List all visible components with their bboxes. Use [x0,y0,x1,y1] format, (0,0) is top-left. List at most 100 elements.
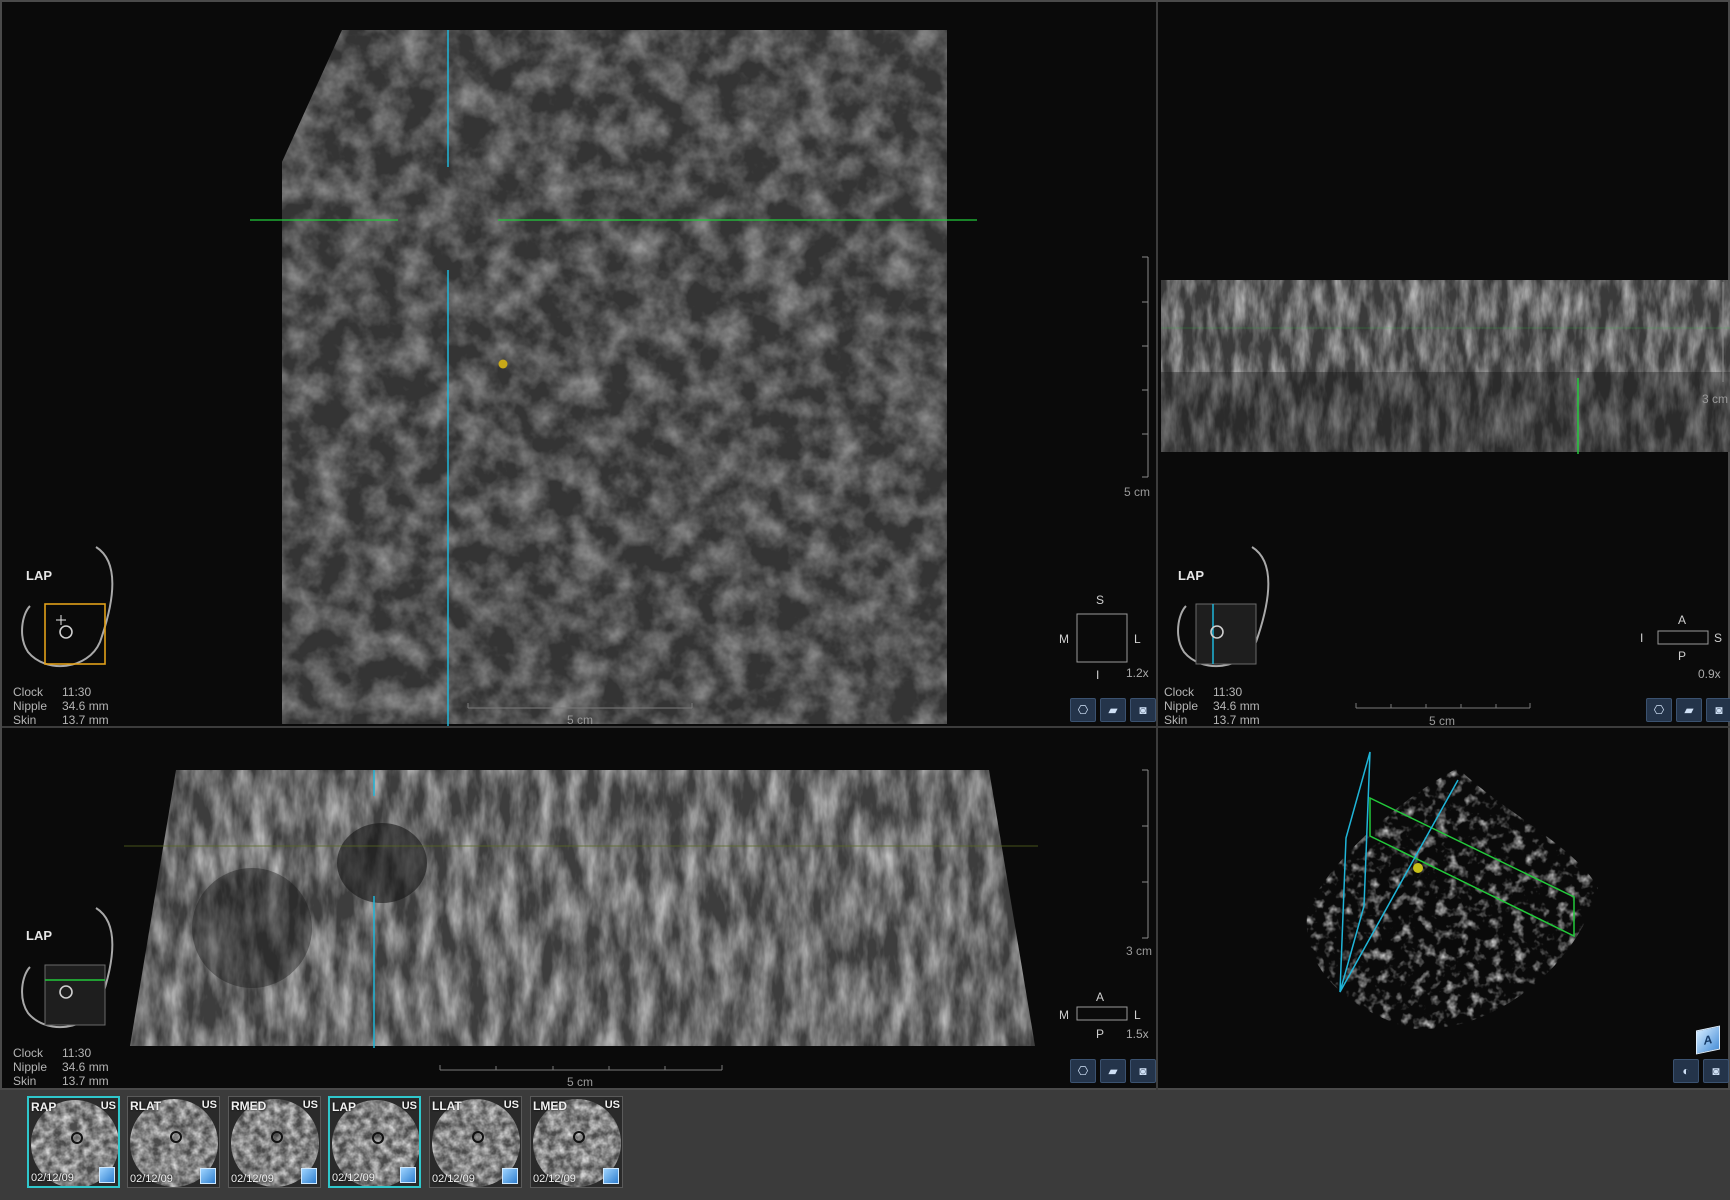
camera-icon[interactable]: ◙ [1130,1059,1156,1083]
thumbnail-view-label: LLAT [432,1099,462,1113]
orientation-top: A [1096,990,1105,1004]
thumbnail-date: 02/12/09 [533,1173,576,1185]
zoom-level: 1.2x [1126,666,1149,680]
thumbnail-modality: US [302,1099,318,1111]
volume3d-pane[interactable]: A ◐ ◙ [1158,728,1730,1090]
view-label: LAP [26,928,52,943]
thumbnail-view-label: LMED [533,1099,567,1113]
volume-icon [301,1168,317,1184]
nipple-value: 34.6 mm [62,699,109,713]
thumbnail-view-label: RLAT [130,1099,162,1113]
horizontal-scale-label: 5 cm [567,713,594,726]
orientation-bottom: I [1096,668,1100,682]
pane-toolbar: ◐ ◙ [1673,1059,1729,1083]
orientation-top: S [1096,593,1105,607]
thumbnail-modality: US [100,1100,116,1112]
skin-label: Skin [13,1074,37,1088]
thumbnail-lmed[interactable]: LMED US 02/12/09 [530,1096,623,1188]
orientation-left: I [1640,631,1644,645]
zoom-level: 1.5x [1126,1027,1149,1041]
thumbnail-strip: RAP US 02/12/09 RLAT US 02/12/09 RMED US 02/12/0… [0,1090,1730,1200]
lesion-marker [1413,863,1423,873]
camera-icon[interactable]: ◙ [1130,698,1156,722]
volume-icon [200,1168,216,1184]
skin-label: Skin [1164,713,1188,726]
skin-value: 13.7 mm [1213,713,1260,726]
vertical-scale-label: 3 cm [1126,944,1153,958]
camera-icon[interactable]: ◙ [1706,698,1730,722]
vertical-divider[interactable] [1156,2,1158,1090]
probe-icon[interactable]: ▰ [1100,1059,1126,1083]
lesion-marker [498,359,508,369]
orientation-right: S [1714,631,1723,645]
horizontal-scale-label: 5 cm [567,1075,594,1089]
coronal-image[interactable] [2,2,1156,726]
clock-value: 11:30 [62,685,92,699]
probe-icon[interactable]: ▰ [1676,698,1702,722]
thumbnail-llat[interactable]: LLAT US 02/12/09 [429,1096,522,1188]
pane-toolbar: ⎔ ▰ ◙ [1070,698,1156,722]
cine-icon[interactable]: ⎔ [1070,698,1096,722]
ultrasound-viewer: LAP Clock 11:30 Nipple 34.6 mm Skin 13.7… [0,0,1730,1090]
orientation-left: M [1059,632,1069,646]
orientation-right: L [1134,632,1141,646]
thumbnail-modality: US [604,1099,620,1111]
nipple-label: Nipple [13,1060,48,1074]
nipple-label: Nipple [1164,699,1199,713]
orientation-top: A [1678,613,1687,627]
transverse-image[interactable] [2,728,1156,1090]
vertical-scale-label: 5 cm [1124,485,1151,499]
vertical-scale-label: 3 cm [1702,392,1729,406]
skin-label: Skin [13,713,37,726]
cine-icon[interactable]: ⎔ [1070,1059,1096,1083]
thumbnail-lap[interactable]: LAP US 02/12/09 [328,1096,421,1188]
horizontal-scale-label: 5 cm [1429,714,1456,726]
thumbnail-date: 02/12/09 [432,1173,475,1185]
sagittal-pane[interactable]: LAP Clock 11:30 Nipple 34.6 mm Skin 13.7… [1158,2,1730,726]
cine-icon[interactable]: ⎔ [1646,698,1672,722]
coronal-pane[interactable]: LAP Clock 11:30 Nipple 34.6 mm Skin 13.7… [2,2,1156,726]
nipple-value: 34.6 mm [62,1060,109,1074]
volume-icon[interactable]: ◐ [1673,1059,1699,1083]
clock-label: Clock [13,685,44,699]
clock-value: 11:30 [62,1046,92,1060]
thumbnail-rlat[interactable]: RLAT US 02/12/09 [127,1096,220,1188]
volume-icon [603,1168,619,1184]
clock-label: Clock [1164,685,1195,699]
orientation-cube-icon[interactable]: A [1696,1025,1720,1055]
thumbnail-date: 02/12/09 [231,1173,274,1185]
pane-toolbar: ⎔ ▰ ◙ [1070,1059,1156,1083]
breast-pictogram [21,546,114,668]
orientation-bottom: P [1096,1027,1105,1041]
sagittal-image[interactable] [1158,2,1730,726]
thumbnail-rmed[interactable]: RMED US 02/12/09 [228,1096,321,1188]
pane-toolbar: ⎔ ▰ ◙ [1646,698,1730,722]
thumbnail-date: 02/12/09 [332,1172,375,1184]
thumbnail-view-label: RMED [231,1099,267,1113]
volume-render[interactable] [1158,728,1730,1090]
thumbnail-modality: US [503,1099,519,1111]
zoom-level: 0.9x [1698,667,1721,681]
nipple-value: 34.6 mm [1213,699,1260,713]
horizontal-divider[interactable] [2,726,1730,728]
thumbnail-date: 02/12/09 [31,1172,74,1184]
transverse-pane[interactable]: LAP Clock 11:30 Nipple 34.6 mm Skin 13.7… [2,728,1156,1090]
probe-icon[interactable]: ▰ [1100,698,1126,722]
orientation-left: M [1059,1008,1069,1022]
thumbnail-modality: US [201,1099,217,1111]
clock-label: Clock [13,1046,44,1060]
skin-value: 13.7 mm [62,713,109,726]
skin-value: 13.7 mm [62,1074,109,1088]
camera-icon[interactable]: ◙ [1703,1059,1729,1083]
cube-label: A [1703,1032,1713,1048]
volume-icon [99,1167,115,1183]
orientation-right: L [1134,1008,1141,1022]
thumbnail-modality: US [401,1100,417,1112]
thumbnail-view-label: RAP [31,1100,57,1114]
volume-icon [400,1167,416,1183]
thumbnail-view-label: LAP [332,1100,356,1114]
clock-value: 11:30 [1213,685,1243,699]
view-label: LAP [26,568,52,583]
thumbnail-rap[interactable]: RAP US 02/12/09 [27,1096,120,1188]
orientation-bottom: P [1678,649,1687,663]
